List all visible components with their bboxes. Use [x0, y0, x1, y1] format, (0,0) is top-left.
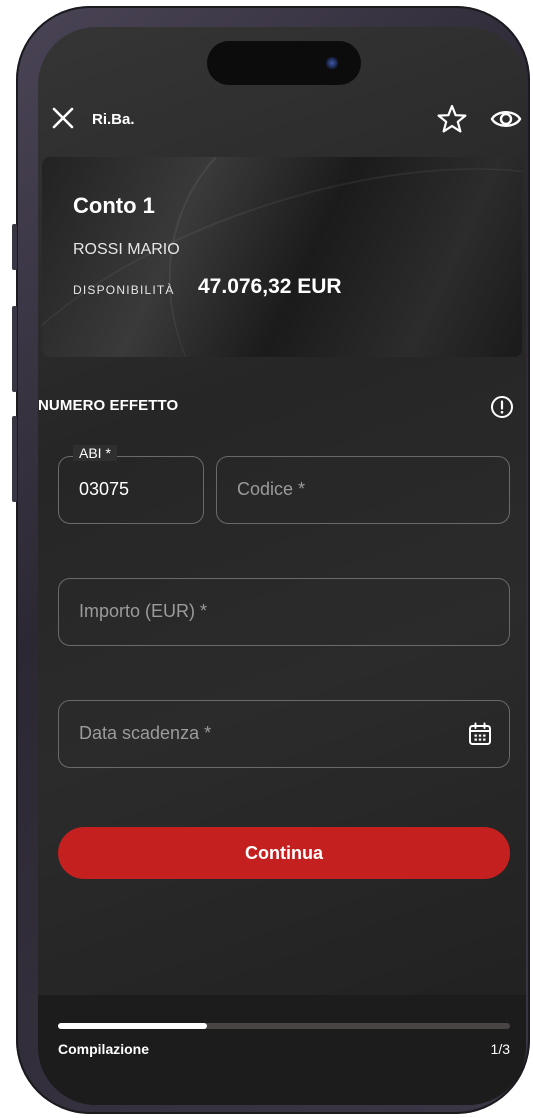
abi-label: ABI * [73, 445, 117, 461]
continue-button[interactable]: Continua [58, 827, 510, 879]
data-scadenza-placeholder: Data scadenza * [79, 723, 212, 743]
star-icon[interactable] [436, 103, 468, 135]
close-icon[interactable] [52, 107, 74, 129]
action-button [12, 224, 17, 270]
importo-field[interactable]: Importo (EUR) * [58, 578, 510, 646]
abi-field[interactable]: ABI * 03075 [58, 445, 204, 524]
account-name: Conto 1 [73, 193, 155, 218]
codice-placeholder: Codice * [237, 479, 306, 499]
progress-label: Compilazione [58, 1041, 150, 1057]
calendar-icon[interactable] [467, 721, 493, 747]
progress-footer: Compilazione 1/3 [38, 995, 526, 1105]
progress-step: 1/3 [490, 1041, 510, 1057]
account-owner: ROSSI MARIO [73, 241, 180, 258]
account-card[interactable]: Conto 1 ROSSI MARIO DISPONIBILITÀ 47.076… [42, 157, 522, 357]
codice-field[interactable]: Codice * [216, 456, 510, 524]
volume-up-button [12, 306, 17, 392]
app-screen: Ri.Ba. Conto 1 ROSSI MARIO DISPONIBILITÀ… [38, 27, 526, 1105]
progress-track [58, 1023, 510, 1029]
abi-value: 03075 [79, 479, 130, 499]
volume-down-button [12, 416, 17, 502]
data-scadenza-field[interactable]: Data scadenza * [58, 700, 510, 768]
importo-placeholder: Importo (EUR) * [79, 601, 208, 621]
eye-icon[interactable] [490, 105, 522, 133]
page-title: Ri.Ba. [92, 111, 135, 128]
section-title: NUMERO EFFETTO [38, 397, 179, 414]
progress-fill [58, 1023, 208, 1029]
top-bar: Ri.Ba. [38, 99, 526, 149]
info-icon[interactable] [490, 395, 514, 419]
availability-value: 47.076,32 EUR [198, 275, 342, 298]
availability-label: DISPONIBILITÀ [73, 283, 175, 297]
dynamic-island [207, 41, 361, 85]
camera-icon [326, 57, 338, 69]
